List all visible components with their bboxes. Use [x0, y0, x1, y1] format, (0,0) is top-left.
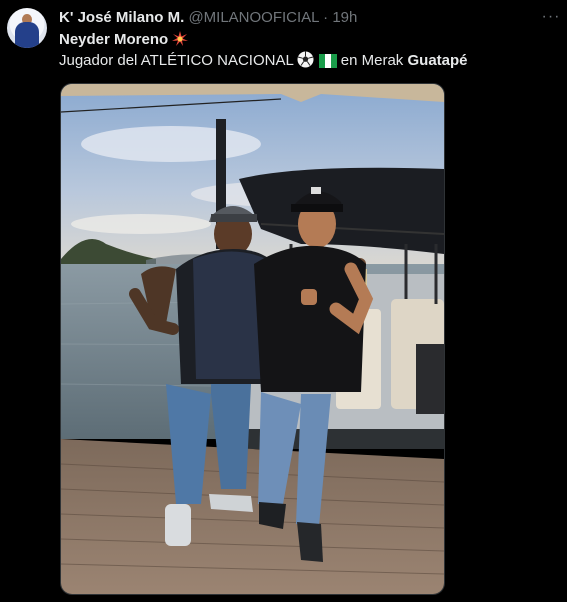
avatar-suit	[15, 22, 39, 48]
author-name[interactable]: K' José Milano M.	[59, 9, 184, 26]
tweet-photo[interactable]	[60, 83, 445, 595]
player-name: Neyder Moreno	[59, 31, 169, 48]
separator-dot: ·	[323, 9, 329, 26]
text-club: Jugador del ATLÉTICO NACIONAL	[59, 52, 294, 69]
soccer-ball-emoji	[297, 51, 314, 73]
text-location: Guatapé	[407, 52, 468, 69]
tweet-header: K' José Milano M. @MILANOOFICIAL · 19h	[59, 9, 527, 27]
tweet-text-line1: Neyder Moreno	[59, 31, 189, 52]
nigeria-flag-emoji	[318, 54, 337, 73]
more-options-icon[interactable]: ···	[541, 9, 561, 26]
tweet-time[interactable]: 19h	[332, 9, 357, 26]
author-handle[interactable]: @MILANOOFICIAL	[188, 9, 319, 26]
tweet-text-line2: Jugador del ATLÉTICO NACIONAL en Merak G…	[59, 51, 468, 73]
photo-scene	[61, 84, 444, 594]
text-location-prefix: en Merak	[340, 52, 404, 69]
author-avatar[interactable]	[7, 8, 47, 48]
sparkle-emoji	[172, 31, 189, 52]
tweet[interactable]: K' José Milano M. @MILANOOFICIAL · 19h ·…	[0, 0, 567, 602]
